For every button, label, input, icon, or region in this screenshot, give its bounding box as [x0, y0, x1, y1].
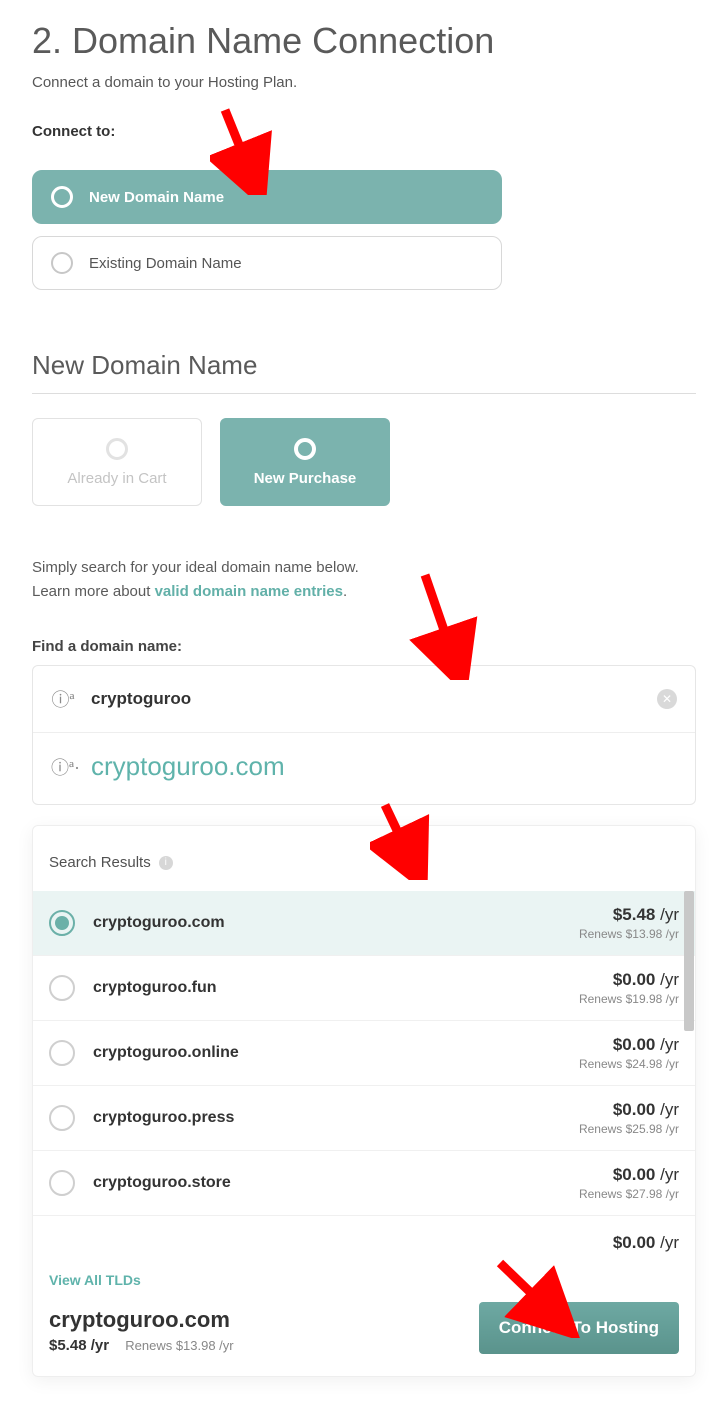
valid-domain-link[interactable]: valid domain name entries	[155, 583, 343, 600]
result-price: $0.00 /yr Renews $27.98 /yr	[579, 1165, 679, 1201]
view-all-tlds-link[interactable]: View All TLDs	[49, 1272, 679, 1288]
results-footer: View All TLDs cryptoguroo.com $5.48 /yr …	[33, 1256, 695, 1376]
helper-line2a: Learn more about	[32, 583, 155, 600]
result-row[interactable]: cryptoguroo.online $0.00 /yr Renews $24.…	[33, 1021, 695, 1086]
radio-icon	[51, 252, 73, 274]
result-domain: cryptoguroo.press	[93, 1109, 579, 1127]
result-price: $0.00 /yr Renews $24.98 /yr	[579, 1035, 679, 1071]
find-domain-label: Find a domain name:	[32, 638, 696, 655]
radio-icon	[49, 1170, 75, 1196]
scrollbar-thumb[interactable]	[684, 891, 694, 1031]
result-row[interactable]: cryptoguroo.store $0.00 /yr Renews $27.9…	[33, 1151, 695, 1216]
tab-label: Already in Cart	[67, 470, 166, 487]
tab-new-purchase[interactable]: New Purchase	[220, 418, 390, 506]
result-domain: cryptoguroo.com	[93, 914, 579, 932]
option-existing-domain[interactable]: Existing Domain Name	[32, 236, 502, 290]
result-domain: cryptoguroo.online	[93, 1044, 579, 1062]
domain-search-input[interactable]	[91, 689, 641, 709]
chosen-summary: cryptoguroo.com $5.48 /yr Renews $13.98 …	[49, 1307, 234, 1354]
page-subtitle: Connect a domain to your Hosting Plan.	[32, 74, 696, 91]
search-input-row: ⓘª ✕	[33, 666, 695, 733]
globe-icon: ⓘª	[51, 686, 75, 712]
search-results-panel: Search Results i cryptoguroo.com $5.48 /…	[32, 825, 696, 1377]
result-domain: cryptoguroo.store	[93, 1174, 579, 1192]
divider	[32, 393, 696, 394]
helper-text: Simply search for your ideal domain name…	[32, 556, 696, 604]
chosen-price: $5.48 /yr	[49, 1337, 109, 1354]
results-list: cryptoguroo.com $5.48 /yr Renews $13.98 …	[33, 891, 695, 1256]
result-price: $0.00 /yr Renews $25.98 /yr	[579, 1100, 679, 1136]
search-suggestion-row[interactable]: ⓘª· cryptoguroo.com	[33, 733, 695, 804]
section-title: New Domain Name	[32, 350, 696, 381]
radio-icon	[51, 186, 73, 208]
option-label: Existing Domain Name	[89, 255, 242, 272]
radio-icon	[294, 438, 316, 460]
result-domain: cryptoguroo.fun	[93, 979, 579, 997]
result-row[interactable]: cryptoguroo.fun $0.00 /yr Renews $19.98 …	[33, 956, 695, 1021]
radio-icon	[49, 1105, 75, 1131]
radio-icon	[49, 910, 75, 936]
result-row[interactable]: cryptoguroo.press $0.00 /yr Renews $25.9…	[33, 1086, 695, 1151]
option-new-domain[interactable]: New Domain Name	[32, 170, 502, 224]
tab-label: New Purchase	[254, 470, 357, 487]
helper-line2b: .	[343, 583, 347, 600]
radio-icon	[106, 438, 128, 460]
chosen-domain: cryptoguroo.com	[49, 1307, 234, 1333]
tab-already-in-cart[interactable]: Already in Cart	[32, 418, 202, 506]
chosen-renews: Renews $13.98 /yr	[125, 1338, 233, 1353]
info-icon[interactable]: i	[159, 856, 173, 870]
result-price: $0.00 /yr	[613, 1233, 679, 1253]
suggestion-text: cryptoguroo.com	[91, 751, 285, 782]
helper-line1: Simply search for your ideal domain name…	[32, 559, 359, 576]
option-label: New Domain Name	[89, 189, 224, 206]
result-price: $5.48 /yr Renews $13.98 /yr	[579, 905, 679, 941]
search-results-label: Search Results	[49, 854, 151, 871]
radio-icon	[49, 1040, 75, 1066]
clear-icon[interactable]: ✕	[657, 689, 677, 709]
domain-search-box: ⓘª ✕ ⓘª· cryptoguroo.com	[32, 665, 696, 805]
result-row-partial[interactable]: $0.00 /yr	[33, 1216, 695, 1256]
globe-icon: ⓘª·	[51, 754, 75, 780]
connect-to-hosting-button[interactable]: Connect To Hosting	[479, 1302, 679, 1354]
result-price: $0.00 /yr Renews $19.98 /yr	[579, 970, 679, 1006]
result-row[interactable]: cryptoguroo.com $5.48 /yr Renews $13.98 …	[33, 891, 695, 956]
page-title: 2. Domain Name Connection	[32, 20, 696, 62]
radio-icon	[49, 975, 75, 1001]
search-results-header: Search Results i	[33, 826, 695, 891]
connect-to-label: Connect to:	[32, 123, 696, 140]
purchase-tabs: Already in Cart New Purchase	[32, 418, 696, 506]
connect-to-options: New Domain Name Existing Domain Name	[32, 170, 696, 290]
